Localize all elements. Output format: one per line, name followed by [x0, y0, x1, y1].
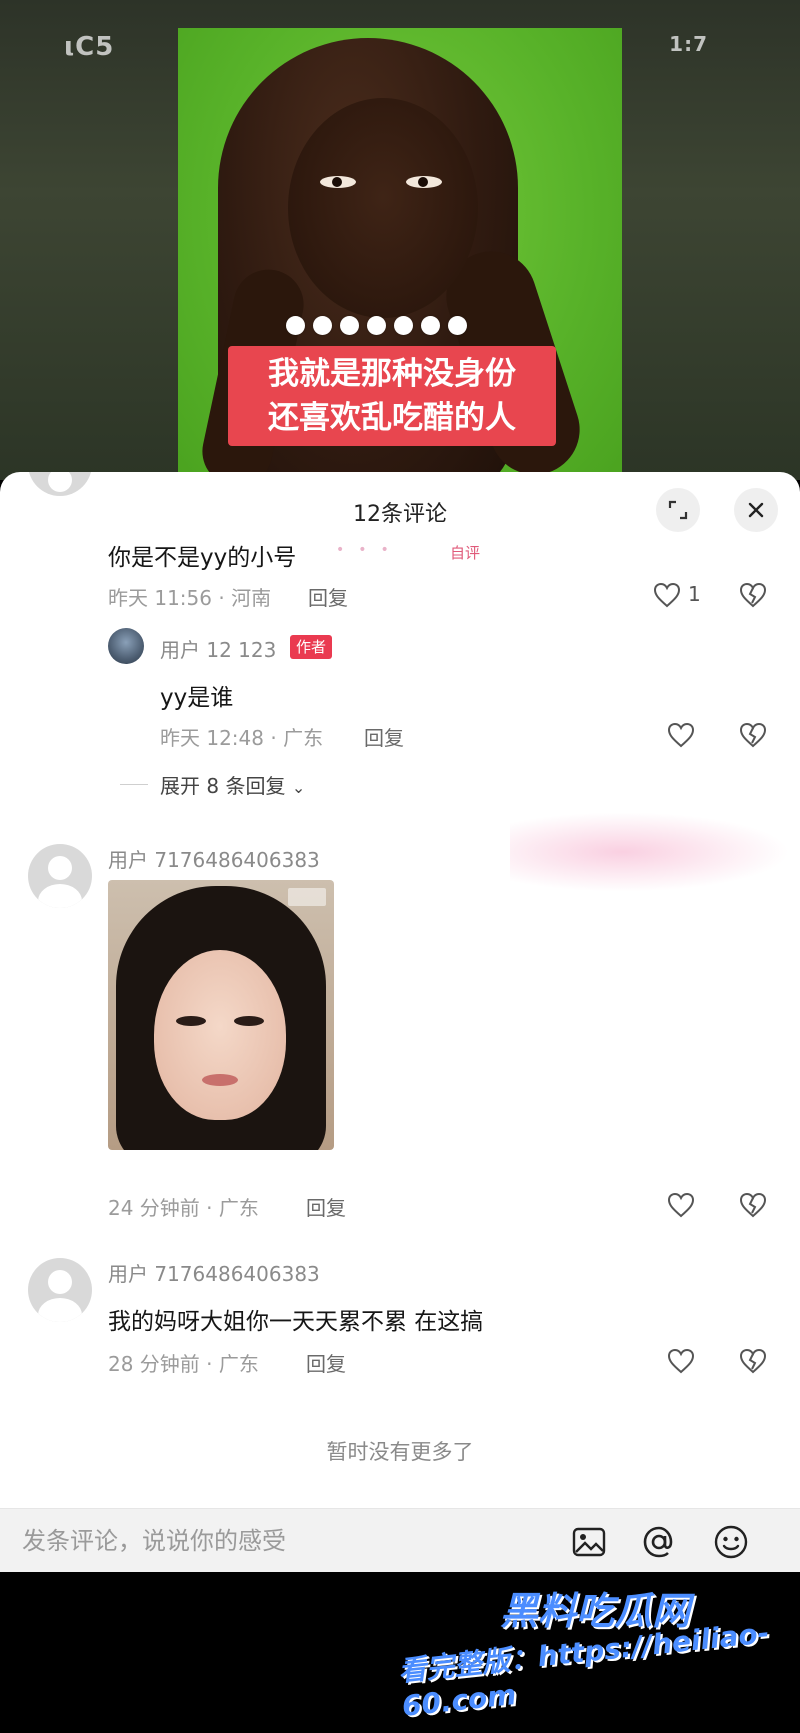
- broken-heart-icon[interactable]: [738, 1190, 768, 1220]
- status-right-text: 1:7: [669, 32, 708, 56]
- carousel-dot: [394, 316, 413, 335]
- watermark-area: 黑料吃瓜网 看完整版：https://heiliao-60.com: [0, 1572, 800, 1733]
- heart-icon[interactable]: [666, 1190, 696, 1220]
- no-more-text: 暂时没有更多了: [326, 1440, 474, 1464]
- broken-heart-icon[interactable]: [738, 720, 768, 750]
- author-badge: 作者: [290, 635, 333, 659]
- comment-input-bar: [0, 1508, 800, 1572]
- at-icon[interactable]: [640, 1523, 678, 1561]
- figure-face: [288, 98, 478, 318]
- carousel-dot: [448, 316, 467, 335]
- image-icon[interactable]: [570, 1523, 608, 1561]
- carousel-dot: [367, 316, 386, 335]
- carousel-indicator: [286, 316, 467, 335]
- comment-sheet: 12条评论 你是不是yy的小号 ••• 自评 昨天 11:56 · 河南 回复 …: [0, 472, 800, 1572]
- close-button[interactable]: [734, 488, 778, 532]
- video-background: ιC5 1:7 我就是那种没身份 还喜欢乱吃醋的人: [0, 0, 800, 480]
- carousel-dot: [421, 316, 440, 335]
- avatar[interactable]: [28, 844, 92, 908]
- comment-meta: 24 分钟前 · 广东: [108, 1196, 259, 1220]
- video-caption: 我就是那种没身份 还喜欢乱吃醋的人: [228, 346, 556, 446]
- reply-meta: 昨天 12:48 · 广东: [160, 726, 324, 750]
- reply-button[interactable]: 回复: [364, 722, 404, 751]
- avatar[interactable]: [28, 1258, 92, 1322]
- photo-lips: [202, 1074, 238, 1086]
- carousel-dot: [313, 316, 332, 335]
- reply-button[interactable]: 回复: [308, 582, 348, 611]
- reply-button[interactable]: 回复: [306, 1348, 346, 1377]
- close-icon: [748, 502, 764, 518]
- comment-meta: 昨天 11:56 · 河南: [108, 586, 272, 610]
- photo-eye: [234, 1016, 264, 1026]
- self-tag: 自评: [450, 544, 481, 562]
- heart-icon[interactable]: [652, 580, 682, 610]
- comment-photo[interactable]: [108, 880, 334, 1150]
- comment-text: 我的妈呀大姐你一天天累不累 在这搞: [108, 1309, 484, 1335]
- reply-text: yy是谁: [160, 685, 234, 711]
- reply-button[interactable]: 回复: [306, 1192, 346, 1221]
- like-count: 1: [688, 582, 701, 606]
- reply-username[interactable]: 用户 12 123: [160, 634, 276, 663]
- caption-line-2: 还喜欢乱吃醋的人: [268, 400, 516, 436]
- emoji-icon[interactable]: [712, 1523, 750, 1561]
- broken-heart-icon[interactable]: [738, 1346, 768, 1376]
- comment-username[interactable]: 用户 7176486406383: [108, 1258, 320, 1287]
- figure-eye: [406, 176, 442, 188]
- carousel-dot: [286, 316, 305, 335]
- carousel-dot: [340, 316, 359, 335]
- comment-input[interactable]: [22, 1521, 542, 1561]
- comment-meta: 28 分钟前 · 广东: [108, 1352, 259, 1376]
- pink-smudge: [510, 812, 790, 892]
- emoji-dots: •••: [336, 542, 403, 558]
- heart-icon[interactable]: [666, 720, 696, 750]
- status-left-text: ιC5: [64, 32, 115, 62]
- expand-replies-label: 展开 8 条回复: [160, 774, 286, 798]
- heart-icon[interactable]: [666, 1346, 696, 1376]
- expand-replies-button[interactable]: 展开 8 条回复 ⌄: [160, 770, 305, 799]
- comment-username[interactable]: 用户 7176486406383: [108, 844, 320, 873]
- avatar[interactable]: [108, 628, 144, 664]
- comment-text: 你是不是yy的小号: [108, 545, 297, 571]
- figure-eye: [320, 176, 356, 188]
- photo-overlay: [288, 888, 326, 906]
- caption-line-1: 我就是那种没身份: [268, 356, 516, 392]
- photo-eye: [176, 1016, 206, 1026]
- broken-heart-icon[interactable]: [738, 580, 768, 610]
- sheet-header: 12条评论: [0, 472, 800, 548]
- expand-icon: [668, 500, 688, 520]
- expand-button[interactable]: [656, 488, 700, 532]
- divider: [120, 784, 148, 785]
- chevron-down-icon: ⌄: [291, 778, 306, 797]
- photo-face: [154, 950, 286, 1120]
